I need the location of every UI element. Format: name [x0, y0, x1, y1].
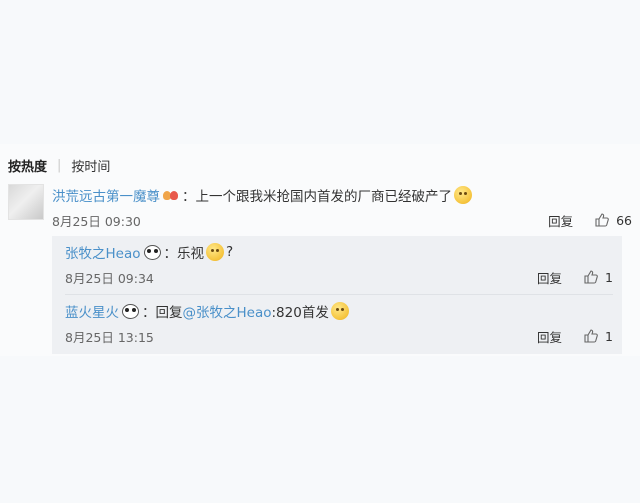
comment-colon: ：	[182, 189, 196, 205]
laugh-cry-emoji-icon	[330, 302, 349, 320]
reply-button[interactable]: 回复	[548, 211, 573, 230]
comment-meta: 8月25日 09:30 回复 66	[52, 209, 632, 231]
panda-icon	[143, 244, 161, 260]
reply-content: 蓝火星火 ： 回复 @张牧之Heao :820首发	[65, 300, 613, 322]
grin-emoji-icon	[454, 186, 472, 204]
avatar[interactable]	[8, 184, 44, 220]
thumbs-up-icon	[595, 213, 609, 227]
reply-item: 蓝火星火 ： 回复 @张牧之Heao :820首发 8月25日 13:15 回复…	[65, 300, 613, 347]
reply-colon: ：	[142, 305, 156, 321]
reply-meta: 8月25日 09:34 回复 1	[65, 266, 613, 288]
comment-username[interactable]: 洪荒远古第一魔尊	[52, 185, 160, 205]
reply-time: 8月25日 09:34	[65, 270, 154, 286]
comment-content: 洪荒远古第一魔尊 ： 上一个跟我米抢国内首发的厂商已经破产了	[52, 184, 632, 206]
reply-button[interactable]: 回复	[537, 327, 562, 346]
replies-container: 张牧之Heao ： 乐视 ? 8月25日 09:34 回复 1 蓝火星火 ： 回…	[52, 236, 622, 354]
reply-suffix: ?	[226, 244, 234, 260]
like-button[interactable]: 66	[595, 213, 632, 228]
like-button[interactable]: 1	[584, 329, 613, 344]
like-count: 1	[605, 269, 613, 285]
reply-colon: ：	[163, 246, 178, 262]
sort-by-hot-tab[interactable]: 按热度	[8, 156, 47, 175]
like-button[interactable]: 1	[584, 270, 613, 285]
comment-text: 上一个跟我米抢国内首发的厂商已经破产了	[195, 189, 453, 205]
thumbs-up-icon	[584, 329, 598, 343]
thinking-emoji-icon	[206, 243, 224, 261]
reply-username[interactable]: 张牧之Heao	[65, 242, 141, 262]
comment-time: 8月25日 09:30	[52, 213, 141, 229]
page: 按热度 | 按时间 洪荒远古第一魔尊 ： 上一个跟我米抢国内首发的厂商已经破产了…	[0, 0, 640, 503]
like-count: 66	[616, 212, 632, 228]
reply-text: 乐视	[177, 246, 204, 262]
reply-mention[interactable]: @张牧之Heao	[183, 301, 272, 321]
comment-item: 洪荒远古第一魔尊 ： 上一个跟我米抢国内首发的厂商已经破产了 8月25日 09:…	[52, 184, 632, 231]
panda-icon	[122, 303, 139, 319]
sort-bar: 按热度 | 按时间	[8, 156, 110, 175]
reply-content: 张牧之Heao ： 乐视 ?	[65, 241, 613, 263]
thumbs-up-icon	[584, 270, 598, 284]
hearts-badge-icon	[162, 188, 180, 202]
reply-time: 8月25日 13:15	[65, 329, 154, 345]
reply-text: :820首发	[271, 305, 329, 321]
reply-button[interactable]: 回复	[537, 268, 562, 287]
sort-by-time-tab[interactable]: 按时间	[71, 156, 110, 175]
reply-username[interactable]: 蓝火星火	[65, 301, 119, 321]
like-count: 1	[605, 328, 613, 344]
reply-divider	[65, 294, 613, 295]
reply-meta: 8月25日 13:15 回复 1	[65, 325, 613, 347]
sort-separator: |	[57, 158, 62, 173]
reply-item: 张牧之Heao ： 乐视 ? 8月25日 09:34 回复 1	[65, 241, 613, 288]
reply-prefix: 回复	[155, 305, 183, 321]
